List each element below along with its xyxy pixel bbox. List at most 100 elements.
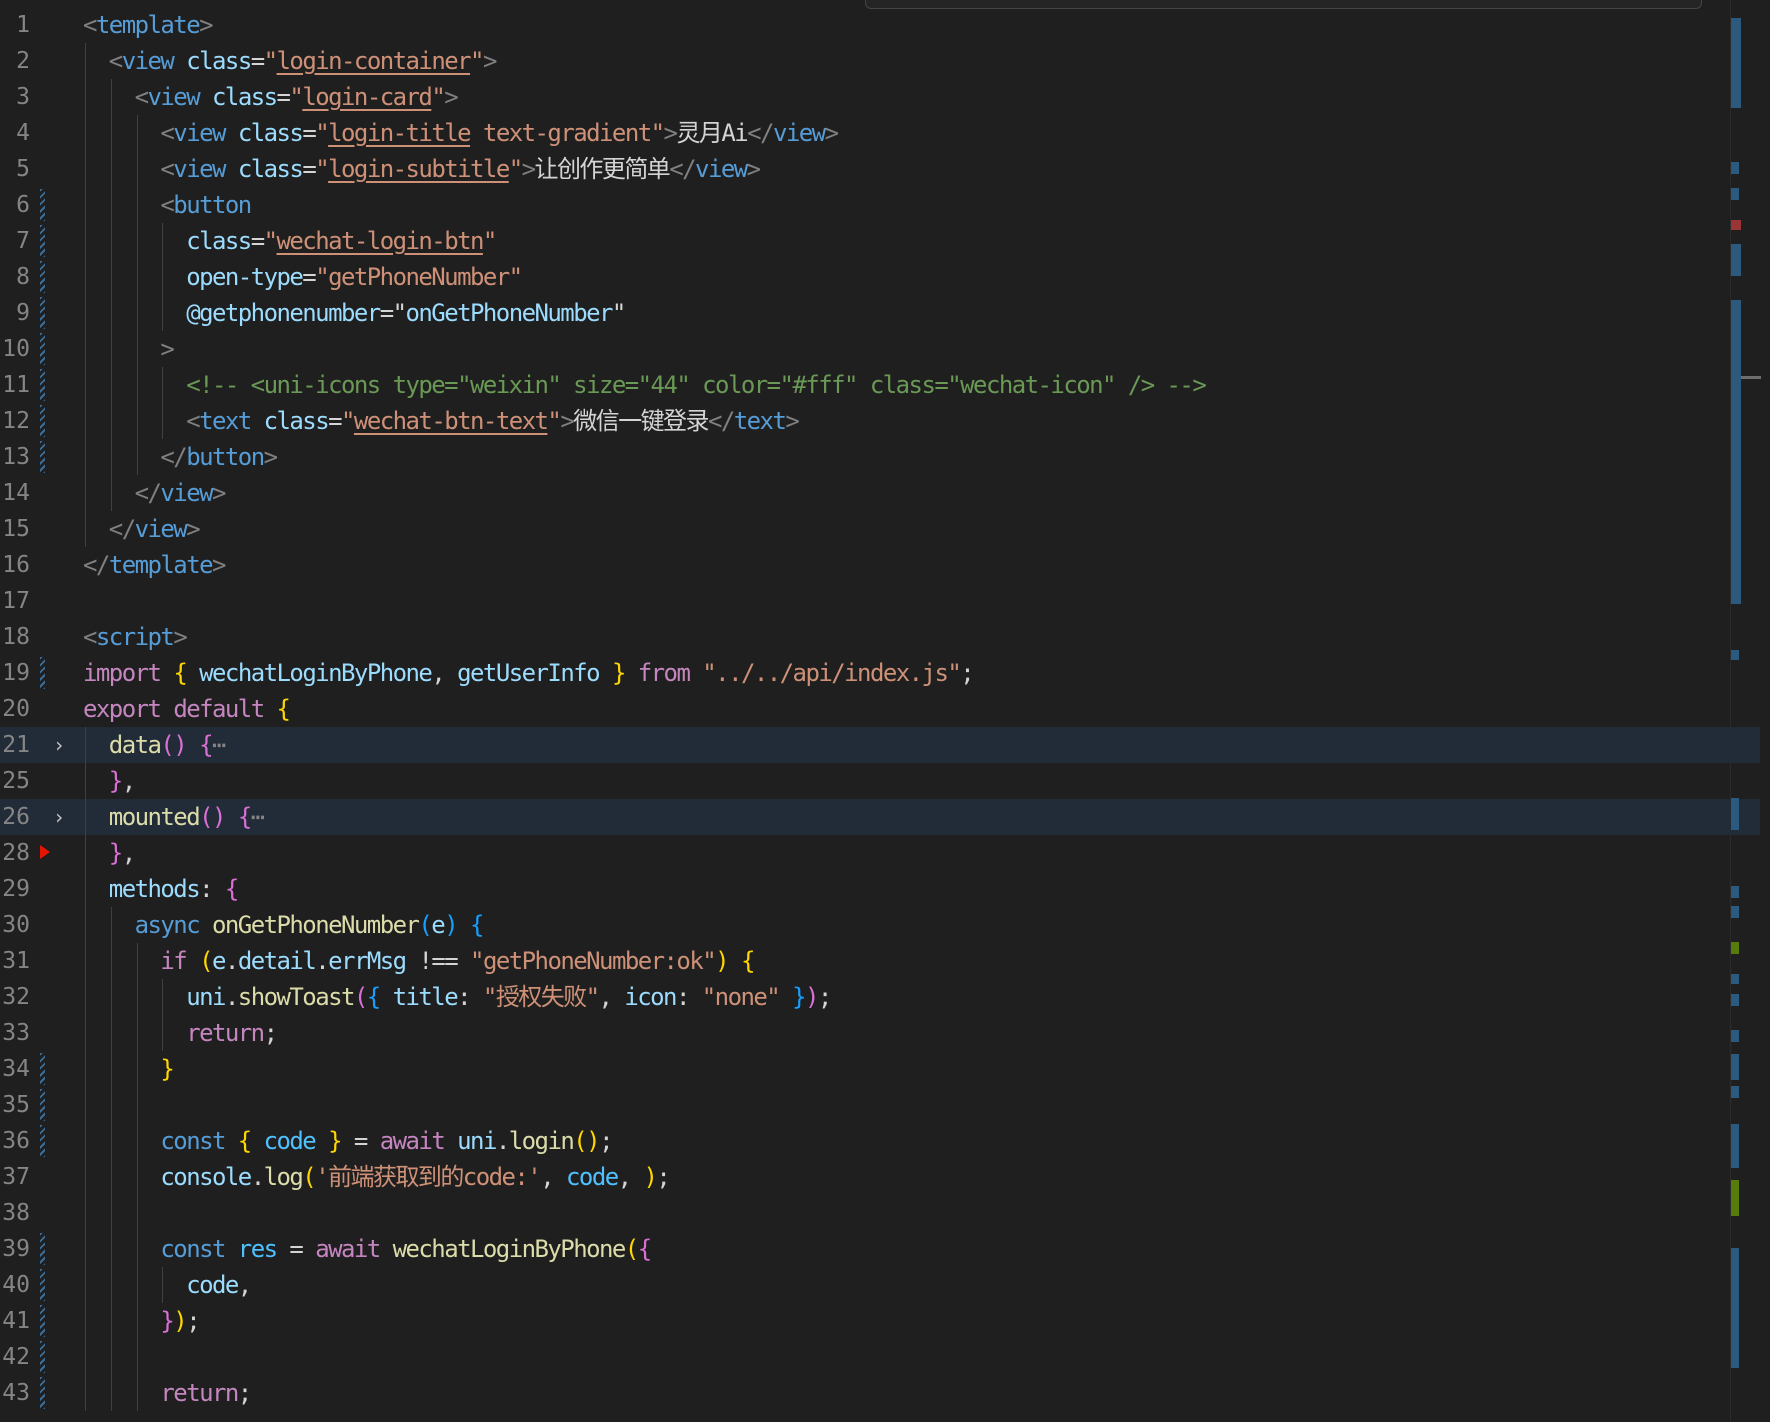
code-line[interactable]: 28}, — [0, 835, 1760, 871]
code-text[interactable]: }, — [109, 835, 136, 871]
code-text[interactable]: </view> — [109, 511, 201, 547]
code-line[interactable]: 21 › data() {⋯ — [0, 727, 1760, 763]
code-line[interactable]: 12 <text class="wechat-btn-text">微信一键登录</… — [0, 403, 1760, 439]
code-line[interactable]: 17 — [0, 583, 1760, 619]
modified-line-gutter-marker[interactable] — [40, 261, 45, 293]
code-text[interactable]: </button> — [160, 439, 278, 475]
modified-line-gutter-marker[interactable] — [40, 1089, 45, 1121]
code-line[interactable]: 14 </view> — [0, 475, 1760, 511]
fold-chevron-right-icon[interactable]: › — [53, 803, 73, 831]
modified-line-gutter-marker[interactable] — [40, 369, 45, 401]
overview-ruler-change-marker[interactable] — [1731, 906, 1739, 918]
overview-ruler-change-marker[interactable] — [1731, 1124, 1739, 1168]
code-line[interactable]: 7 class="wechat-login-btn" — [0, 223, 1760, 259]
code-line[interactable]: 35 — [0, 1087, 1760, 1123]
overview-ruler-change-marker[interactable] — [1731, 18, 1741, 108]
modified-line-gutter-marker[interactable] — [40, 1305, 45, 1337]
code-text[interactable]: </view> — [135, 475, 227, 511]
code-text[interactable]: <view class="login-card"> — [135, 79, 459, 115]
code-line[interactable]: 29 methods: { — [0, 871, 1760, 907]
code-text[interactable]: methods: { — [109, 871, 240, 907]
modified-line-gutter-marker[interactable] — [40, 189, 45, 221]
code-line[interactable]: 42 — [0, 1339, 1760, 1375]
modified-line-gutter-marker[interactable] — [40, 405, 45, 437]
code-line[interactable]: 41}); — [0, 1303, 1760, 1339]
modified-line-gutter-marker[interactable] — [40, 1269, 45, 1301]
code-line[interactable]: 3 <view class="login-card"> — [0, 79, 1760, 115]
overview-ruler-change-marker[interactable] — [1731, 1180, 1739, 1216]
code-line[interactable]: 33 return; — [0, 1015, 1760, 1051]
overview-ruler-change-marker[interactable] — [1731, 1248, 1739, 1368]
code-text[interactable]: <!-- <uni-icons type="weixin" size="44" … — [186, 367, 1207, 403]
code-text[interactable]: code, — [186, 1267, 252, 1303]
fold-chevron-right-icon[interactable]: › — [53, 731, 73, 759]
overview-ruler-change-marker[interactable] — [1731, 244, 1741, 276]
code-text[interactable]: <script> — [83, 619, 188, 655]
code-editor[interactable]: 1 <template> 2 <view class="login-container… — [0, 0, 1770, 1422]
code-line[interactable]: 8 open-type="getPhoneNumber" — [0, 259, 1760, 295]
code-line[interactable]: 25}, — [0, 763, 1760, 799]
code-text[interactable]: <view class="login-subtitle">让创作更简单</vie… — [160, 151, 761, 187]
code-line[interactable]: 2 <view class="login-container"> — [0, 43, 1760, 79]
code-text[interactable]: async onGetPhoneNumber(e) { — [135, 907, 485, 943]
code-line[interactable]: 1 <template> — [0, 7, 1760, 43]
code-text[interactable]: <view class="login-title text-gradient">… — [160, 115, 839, 151]
overview-ruler-change-marker[interactable] — [1731, 220, 1741, 230]
modified-line-gutter-marker[interactable] — [40, 1053, 45, 1085]
overview-ruler-change-marker[interactable] — [1731, 1030, 1739, 1042]
code-line[interactable]: 30 async onGetPhoneNumber(e) { — [0, 907, 1760, 943]
code-text[interactable]: import { wechatLoginByPhone, getUserInfo… — [83, 655, 975, 691]
code-text[interactable]: mounted() {⋯ — [109, 799, 265, 835]
code-text[interactable]: }, — [109, 763, 136, 799]
modified-line-gutter-marker[interactable] — [40, 1125, 45, 1157]
folded-region-ellipsis[interactable]: ⋯ — [251, 803, 265, 831]
code-line[interactable]: 39 const res = await wechatLoginByPhone({ — [0, 1231, 1760, 1267]
code-text[interactable]: class="wechat-login-btn" — [186, 223, 497, 259]
code-text[interactable]: </template> — [83, 547, 226, 583]
code-line[interactable]: 9 @getphonenumber="onGetPhoneNumber" — [0, 295, 1760, 331]
overview-ruler-change-marker[interactable] — [1731, 300, 1741, 604]
code-text[interactable]: open-type="getPhoneNumber" — [186, 259, 523, 295]
code-line[interactable]: 43 return; — [0, 1375, 1760, 1411]
code-text[interactable]: <view class="login-container"> — [109, 43, 498, 79]
code-line[interactable]: 26 › mounted() {⋯ — [0, 799, 1760, 835]
modified-line-gutter-marker[interactable] — [40, 297, 45, 329]
code-line[interactable]: 11 <!-- <uni-icons type="weixin" size="44… — [0, 367, 1760, 403]
code-text[interactable]: > — [160, 331, 174, 367]
code-line[interactable]: 20 export default { — [0, 691, 1760, 727]
overview-ruler-change-marker[interactable] — [1731, 974, 1739, 984]
code-text[interactable]: return; — [186, 1015, 278, 1051]
code-line[interactable]: 31 if (e.detail.errMsg !== "getPhoneNumbe… — [0, 943, 1760, 979]
code-text[interactable]: }); — [160, 1303, 200, 1339]
code-text[interactable]: data() {⋯ — [109, 727, 227, 763]
code-line[interactable]: 36 const { code } = await uni.login(); — [0, 1123, 1760, 1159]
overview-ruler-change-marker[interactable] — [1731, 188, 1739, 200]
overview-ruler-change-marker[interactable] — [1731, 1054, 1739, 1080]
code-line[interactable]: 15 </view> — [0, 511, 1760, 547]
code-text[interactable]: @getphonenumber="onGetPhoneNumber" — [186, 295, 626, 331]
code-text[interactable]: const res = await wechatLoginByPhone({ — [160, 1231, 652, 1267]
code-text[interactable]: return; — [160, 1375, 252, 1411]
code-line[interactable]: 13 </button> — [0, 439, 1760, 475]
code-text[interactable]: } — [160, 1051, 174, 1087]
modified-line-gutter-marker[interactable] — [40, 657, 45, 689]
modified-line-gutter-marker[interactable] — [40, 333, 45, 365]
code-line[interactable]: 18 <script> — [0, 619, 1760, 655]
overview-ruler-change-marker[interactable] — [1731, 162, 1739, 174]
modified-line-gutter-marker[interactable] — [40, 225, 45, 257]
code-text[interactable]: console.log('前端获取到的code:', code, ); — [160, 1159, 670, 1195]
code-line[interactable]: 10 > — [0, 331, 1760, 367]
modified-line-gutter-marker[interactable] — [40, 1233, 45, 1265]
code-text[interactable]: <text class="wechat-btn-text">微信一键登录</te… — [186, 403, 800, 439]
code-line[interactable]: 16 </template> — [0, 547, 1760, 583]
overview-ruler-change-marker[interactable] — [1731, 942, 1739, 954]
code-text[interactable]: <template> — [83, 7, 214, 43]
code-text[interactable]: const { code } = await uni.login(); — [160, 1123, 613, 1159]
code-line[interactable]: 34} — [0, 1051, 1760, 1087]
code-line[interactable]: 32 uni.showToast({ title: "授权失败", icon: "… — [0, 979, 1760, 1015]
overview-ruler-change-marker[interactable] — [1731, 994, 1739, 1006]
code-line[interactable]: 6 <button — [0, 187, 1760, 223]
overview-ruler-change-marker[interactable] — [1731, 886, 1739, 898]
overview-ruler-change-marker[interactable] — [1731, 798, 1739, 830]
folded-region-ellipsis[interactable]: ⋯ — [212, 731, 226, 759]
